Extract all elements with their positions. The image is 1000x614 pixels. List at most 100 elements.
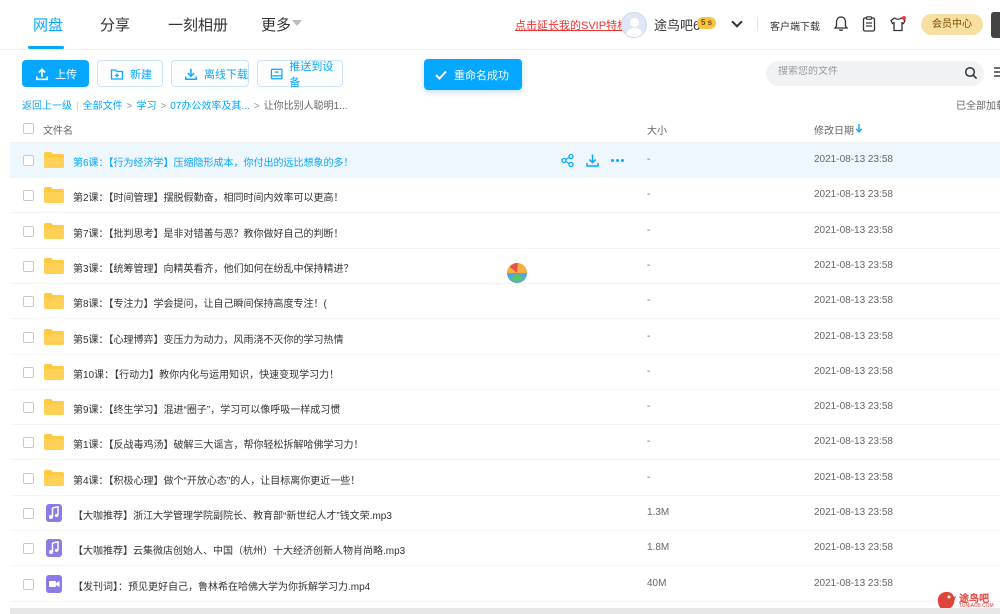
row-checkbox[interactable] <box>23 578 34 590</box>
file-name[interactable]: 第3课：【统筹管理】向精英看齐，他们如何在纷乱中保持精进？ <box>73 260 354 275</box>
top-nav-bar: 网盘 分享 一刻相册 更多 点击延长我的SVIP特权 途鸟吧6 5 s 客户端下… <box>0 0 1000 50</box>
nav-tab-album[interactable]: 一刻相册 <box>168 14 228 35</box>
list-view-icon[interactable] <box>993 66 1000 78</box>
table-row[interactable]: 第9课：【终生学习】混进“圈子”，学习可以像呼吸一样成习惯 - 2021-08-13… <box>10 390 1000 426</box>
vip-center-button[interactable]: 会员中心 <box>921 14 983 35</box>
row-checkbox[interactable] <box>23 260 34 272</box>
row-checkbox[interactable] <box>23 155 34 166</box>
clipboard-icon[interactable] <box>860 15 878 33</box>
modified-date: 2021-08-13 23:58 <box>814 154 893 165</box>
file-size: - <box>647 259 651 271</box>
row-checkbox[interactable] <box>23 508 34 519</box>
nav-tab-netdisk[interactable]: 网盘 <box>33 14 63 35</box>
table-row[interactable]: 【发刊词】：预见更好自己，鲁林希在哈佛大学为你拆解学习力.mp4 40M 2021-… <box>10 567 1000 602</box>
avatar[interactable] <box>621 12 647 38</box>
row-actions <box>560 153 625 168</box>
upload-icon <box>36 67 48 80</box>
folder-icon <box>44 363 64 383</box>
file-name[interactable]: 第4课：【积极心理】做个“开放心态”的人，让目标离你更近一些！ <box>73 472 360 487</box>
nav-tab-share[interactable]: 分享 <box>100 14 130 35</box>
folder-icon <box>44 434 64 453</box>
file-size: - <box>647 365 651 377</box>
breadcrumb-back-link[interactable]: 返回上一级 <box>22 101 72 112</box>
row-checkbox[interactable] <box>23 296 34 308</box>
side-panel-tab[interactable] <box>991 12 1000 38</box>
row-checkbox[interactable] <box>23 402 34 414</box>
modified-date: 2021-08-13 23:58 <box>814 507 893 518</box>
modified-date: 2021-08-13 23:58 <box>814 259 893 271</box>
folder-icon <box>44 257 64 277</box>
table-row[interactable]: 第5课：【心理博弈】变压力为动力，风雨浇不灭你的学习热情 - 2021-08-13 … <box>10 320 1000 355</box>
breadcrumb-item-office[interactable]: 07办公效率及其... <box>170 101 249 112</box>
folder-icon <box>44 293 64 312</box>
table-row[interactable]: 第10课：【行动力】教你内化与运用知识，快速变现学习力！ - 2021-08-13 … <box>10 355 1000 390</box>
breadcrumb: 返回上一级 | 全部文件 > 学习 >07办公效率及其... > 让你比别人聪明1... <box>22 101 348 112</box>
breadcrumb-item-all-files[interactable]: 全部文件 <box>83 101 123 112</box>
table-row[interactable]: 第7课：【批判思考】是非对错善与恶？教你做好自己的判断！ - 2021-08-13 … <box>10 214 1000 249</box>
client-download-link[interactable]: 客户端下载 <box>770 18 820 33</box>
upload-button[interactable]: 上传 <box>22 60 89 87</box>
modified-date: 2021-08-13 23:58 <box>814 224 893 236</box>
new-folder-icon <box>110 68 124 80</box>
horizontal-scrollbar[interactable] <box>10 608 1000 614</box>
file-name[interactable]: 第1课：【反战毒鸡汤】破解三大谣言，帮你轻松拆解哈佛学习力！ <box>73 436 364 451</box>
folder-icon <box>44 469 64 489</box>
row-checkbox[interactable] <box>23 437 34 449</box>
chevron-down-icon[interactable] <box>292 20 302 26</box>
row-checkbox[interactable] <box>23 225 34 237</box>
upload-label: 上传 <box>55 68 77 81</box>
file-size: - <box>647 154 651 165</box>
file-name[interactable]: 第10课：【行动力】教你内化与运用知识，快速变现学习力！ <box>73 366 339 381</box>
file-size: - <box>647 471 651 483</box>
divider <box>757 17 758 31</box>
file-name[interactable]: 第8课：【专注力】学会提问，让自己瞬间保持高度专注！( <box>73 295 327 310</box>
row-checkbox[interactable] <box>23 543 34 555</box>
share-icon[interactable] <box>560 153 575 168</box>
username[interactable]: 途鸟吧6 <box>654 15 700 34</box>
table-row[interactable]: 【大咖推荐】浙江大学管理学院副院长、教育部“新世纪人才”钱文荣.mp3 1.3M 2… <box>10 496 1000 531</box>
bell-icon[interactable] <box>832 15 850 33</box>
breadcrumb-item-study[interactable]: 学习 <box>136 101 156 112</box>
select-all-checkbox[interactable] <box>23 123 34 134</box>
user-menu-chevron-icon[interactable] <box>731 16 743 28</box>
column-header-size[interactable]: 大小 <box>647 122 667 137</box>
file-name[interactable]: 第9课：【终生学习】混进“圈子”，学习可以像呼吸一样成习惯 <box>73 401 340 416</box>
table-row[interactable]: 第4课：【积极心理】做个“开放心态”的人，让目标离你更近一些！ - 2021-08-… <box>10 461 1000 496</box>
nav-tab-more[interactable]: 更多 <box>261 14 291 35</box>
row-checkbox[interactable] <box>23 366 34 378</box>
file-name[interactable]: 第6课：【行为经济学】压缩隐形成本，你付出的远比想象的多！ <box>73 154 354 169</box>
table-row[interactable]: 第2课：【时间管理】摆脱假勤奋，相同时间内效率可以更高！ - 2021-08-13 … <box>10 178 1000 214</box>
row-checkbox[interactable] <box>23 331 34 343</box>
shirt-icon[interactable] <box>889 15 907 33</box>
column-header-date[interactable]: 修改日期 <box>814 122 854 137</box>
offline-download-button[interactable]: 离线下载 <box>171 60 249 87</box>
file-name[interactable]: 第2课：【时间管理】摆脱假勤奋，相同时间内效率可以更高！ <box>73 189 344 204</box>
table-row[interactable]: 第8课：【专注力】学会提问，让自己瞬间保持高度专注！(- 2021-08-13 2… <box>10 284 1000 320</box>
modified-date: 2021-08-13 23:58 <box>814 401 893 413</box>
file-size: 40M <box>647 577 667 589</box>
file-name[interactable]: 第7课：【批判思考】是非对错善与恶？教你做好自己的判断！ <box>73 225 344 240</box>
file-name[interactable]: 第5课：【心理博弈】变压力为动力，风雨浇不灭你的学习热情 <box>73 331 344 346</box>
table-row[interactable]: 【大咖推荐】云集微店创始人、中国（杭州）十大经济创新人物肖尚略.mp3 1.8M 2… <box>10 531 1000 567</box>
table-row[interactable]: 第3课：【统筹管理】向精英看齐，他们如何在纷乱中保持精进？ - 2021-08-13… <box>10 249 1000 284</box>
modified-date: 2021-08-13 23:58 <box>814 577 893 589</box>
more-icon[interactable] <box>610 153 625 168</box>
search-icon[interactable] <box>964 66 978 80</box>
row-checkbox[interactable] <box>23 190 34 202</box>
table-row[interactable]: 第1课：【反战毒鸡汤】破解三大谣言，帮你轻松拆解哈佛学习力！ - 2021-08-1… <box>10 425 1000 461</box>
file-name[interactable]: 【发刊词】：预见更好自己，鲁林希在哈佛大学为你拆解学习力.mp4 <box>73 578 370 593</box>
sort-desc-icon[interactable] <box>855 123 863 133</box>
search-input[interactable] <box>778 66 958 77</box>
file-name[interactable]: 【大咖推荐】云集微店创始人、中国（杭州）十大经济创新人物肖尚略.mp3 <box>73 542 405 557</box>
modified-date: 2021-08-13 23:58 <box>814 542 893 554</box>
file-name[interactable]: 【大咖推荐】浙江大学管理学院副院长、教育部“新世纪人才”钱文荣.mp3 <box>73 507 392 522</box>
svip-renew-link[interactable]: 点击延长我的SVIP特权 <box>515 17 628 33</box>
new-folder-button[interactable]: 新建 <box>97 60 163 87</box>
download-icon[interactable] <box>585 153 600 168</box>
table-row[interactable]: 第6课：【行为经济学】压缩隐形成本，你付出的远比想象的多！ - 2021-08-13… <box>10 143 1000 178</box>
row-checkbox[interactable] <box>23 472 34 484</box>
push-to-device-button[interactable]: 推送到设备 <box>257 60 343 89</box>
search-box[interactable] <box>766 61 984 86</box>
column-header-name[interactable]: 文件名 <box>43 122 73 137</box>
check-icon <box>435 70 447 80</box>
